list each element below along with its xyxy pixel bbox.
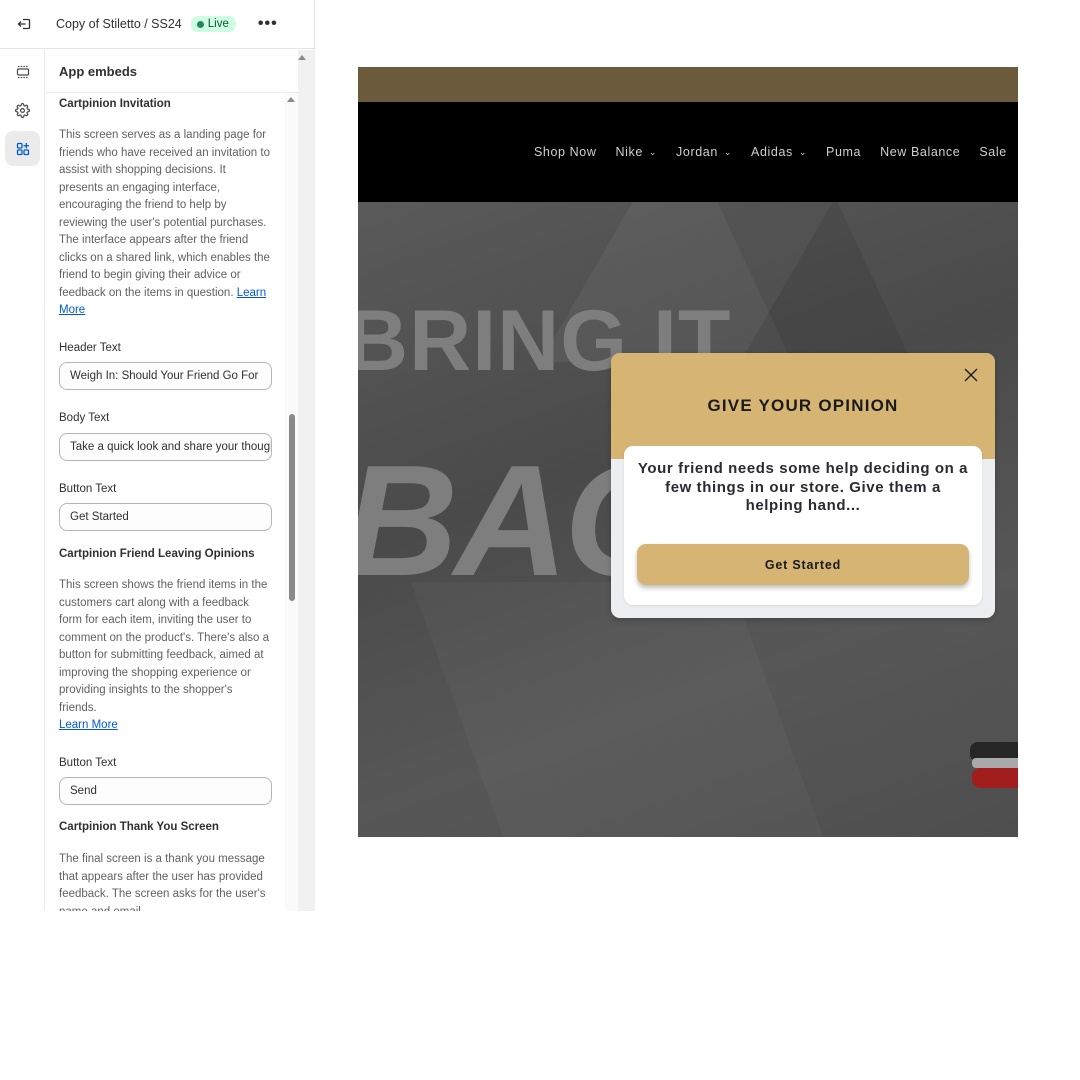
field-label-send-button-text: Button Text <box>59 757 117 769</box>
store-nav: Shop Now Nike ⌄ Jordan ⌄ Adidas ⌄ Puma New Balan… <box>358 102 1018 202</box>
exit-button[interactable] <box>0 0 48 49</box>
outer-scroll-up-icon[interactable] <box>298 55 306 60</box>
nav-item-nike[interactable]: Nike ⌄ <box>615 145 657 159</box>
rail-item-sections[interactable] <box>5 54 40 89</box>
body-text-input[interactable]: Take a quick look and share your thought… <box>59 433 272 461</box>
section-description-thank-you: The final screen is a thank you message … <box>59 853 266 911</box>
field-label-body-text: Body Text <box>59 412 110 424</box>
sections-icon <box>16 65 29 78</box>
panel-title: App embeds <box>46 50 298 93</box>
nav-item-label: Jordan <box>676 145 718 159</box>
nav-item-label: Puma <box>826 145 862 159</box>
status-badge: Live <box>190 16 236 32</box>
get-started-button[interactable]: Get Started <box>637 544 969 585</box>
app-embeds-panel: App embeds Cartpinion Invitation This sc… <box>46 50 298 911</box>
storefront-preview: Shop Now Nike ⌄ Jordan ⌄ Adidas ⌄ Puma New Balan… <box>358 67 1018 837</box>
nav-item-shop-now[interactable]: Shop Now <box>534 145 596 159</box>
nav-item-new-balance[interactable]: New Balance <box>880 145 960 159</box>
status-dot <box>196 20 204 28</box>
modal-title: GIVE YOUR OPINION <box>707 396 899 415</box>
nav-item-label: Sale <box>979 145 1007 159</box>
inner-scrollbar-thumb[interactable] <box>289 414 295 601</box>
nav-item-label: Shop Now <box>534 145 597 159</box>
close-icon[interactable] <box>963 367 979 383</box>
modal-card: Your friend needs some help deciding on … <box>624 446 982 605</box>
chevron-down-icon: ⌄ <box>798 146 808 157</box>
exit-icon <box>17 18 31 30</box>
nav-item-jordan[interactable]: Jordan ⌄ <box>676 145 732 159</box>
chevron-down-icon: ⌄ <box>648 146 658 157</box>
section-description-invitation: This screen serves as a landing page for… <box>59 129 270 316</box>
send-button-text-input[interactable]: Send <box>59 777 272 805</box>
rail-item-app-embeds[interactable] <box>5 131 40 166</box>
section-title-friend-opinions: Cartpinion Friend Leaving Opinions <box>59 548 255 560</box>
nav-item-sale[interactable]: Sale <box>979 145 1006 159</box>
theme-editor-panel: Copy of Stiletto / SS24 Live ••• App emb… <box>0 0 315 911</box>
nav-item-label: New Balance <box>880 145 961 159</box>
nav-item-label: Adidas <box>751 145 793 159</box>
sneaker-image <box>970 742 1018 788</box>
rail-item-settings[interactable] <box>5 93 40 128</box>
section-description-friend-opinions: This screen shows the friend items in th… <box>59 579 270 731</box>
apps-add-icon <box>16 142 29 155</box>
button-text-input[interactable]: Get Started <box>59 503 272 531</box>
announcement-bar <box>358 67 1018 102</box>
status-label: Live <box>207 18 229 30</box>
outer-scrollbar[interactable] <box>298 50 315 911</box>
hero-light-ray <box>411 582 826 837</box>
nav-item-puma[interactable]: Puma <box>826 145 861 159</box>
nav-menu: Shop Now Nike ⌄ Jordan ⌄ Adidas ⌄ Puma New Balan… <box>534 145 1018 159</box>
more-actions-button[interactable]: ••• <box>258 16 278 32</box>
nav-item-label: Nike <box>615 145 643 159</box>
learn-more-link[interactable]: Learn More <box>59 719 118 731</box>
section-title-invitation: Cartpinion Invitation <box>59 98 171 110</box>
gear-icon <box>15 103 30 118</box>
header-text-input[interactable]: Weigh In: Should Your Friend Go For <box>59 362 272 390</box>
inner-scroll-up-icon[interactable] <box>287 97 295 102</box>
opinion-modal: GIVE YOUR OPINION Your friend needs some… <box>611 353 995 618</box>
more-horizontal-icon: ••• <box>257 15 278 32</box>
section-title-thank-you: Cartpinion Thank You Screen <box>59 821 219 833</box>
theme-title: Copy of Stiletto / SS24 <box>56 17 182 31</box>
field-label-button-text: Button Text <box>59 483 117 495</box>
editor-sidebar-rail <box>0 50 45 911</box>
field-label-header-text: Header Text <box>59 342 121 354</box>
nav-item-adidas[interactable]: Adidas ⌄ <box>751 145 807 159</box>
editor-topbar: Copy of Stiletto / SS24 Live ••• <box>0 0 315 49</box>
chevron-down-icon: ⌄ <box>723 146 733 157</box>
modal-body-text: Your friend needs some help deciding on … <box>637 460 969 514</box>
